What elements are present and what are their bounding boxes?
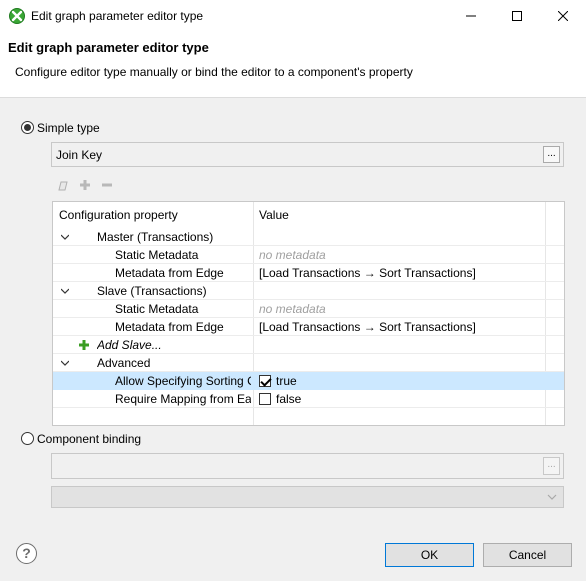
chevron-down-icon[interactable] (61, 287, 69, 295)
property-select[interactable] (51, 486, 564, 508)
column-header-value[interactable]: Value (253, 202, 543, 228)
value-checkbox[interactable] (259, 375, 271, 387)
header-description: Configure editor type manually or bind t… (15, 65, 413, 79)
row-label: Advanced (97, 356, 151, 370)
row-label: Static Metadata (115, 248, 199, 262)
table-row[interactable]: Metadata from Edge [Load Transactions → … (53, 264, 564, 282)
remove-icon[interactable] (100, 178, 114, 192)
table-row[interactable]: Static Metadata no metadata (53, 300, 564, 318)
row-label: Require Mapping from Ea (115, 392, 251, 406)
close-icon (558, 11, 568, 21)
row-label: Metadata from Edge (115, 320, 224, 334)
title-bar: Edit graph parameter editor type (0, 0, 586, 32)
editor-type-combo[interactable]: Join Key ... (51, 142, 564, 167)
value-checkbox[interactable] (259, 393, 271, 405)
component-binding-radio[interactable] (21, 432, 34, 445)
simple-type-label: Simple type (37, 121, 100, 135)
row-label: Metadata from Edge (115, 266, 224, 280)
ok-button[interactable]: OK (385, 543, 474, 567)
column-header-property[interactable]: Configuration property (53, 202, 253, 228)
simple-type-radio[interactable] (21, 121, 34, 134)
row-label: Static Metadata (115, 302, 199, 316)
header-title: Edit graph parameter editor type (8, 40, 209, 55)
row-label: Slave (Transactions) (97, 284, 207, 298)
row-value: no metadata (259, 248, 326, 262)
editor-type-value: Join Key (56, 148, 103, 162)
cloverdx-icon (9, 8, 25, 24)
maximize-button[interactable] (494, 0, 540, 32)
add-icon (79, 340, 89, 350)
table-row[interactable]: Slave (Transactions) (53, 282, 564, 300)
add-icon[interactable] (78, 178, 92, 192)
table-row-selected[interactable]: Allow Specifying Sorting C true (53, 372, 564, 390)
dialog-header: Edit graph parameter editor type Configu… (0, 32, 586, 98)
chevron-down-icon (547, 494, 557, 500)
cancel-button[interactable]: Cancel (483, 543, 572, 567)
row-label: Master (Transactions) (97, 230, 214, 244)
chevron-down-icon[interactable] (61, 233, 69, 241)
table-row[interactable]: Advanced (53, 354, 564, 372)
component-binding-label: Component binding (37, 432, 142, 446)
window-title: Edit graph parameter editor type (31, 9, 204, 23)
add-slave-label: Add Slave... (97, 338, 162, 352)
close-button[interactable] (540, 0, 586, 32)
row-value: [Load Transactions → Sort Transactions] (259, 266, 476, 280)
table-row[interactable]: Require Mapping from Ea false (53, 390, 564, 408)
table-toolbar (56, 178, 114, 192)
chevron-down-icon[interactable] (61, 359, 69, 367)
component-input[interactable]: ... (51, 453, 564, 479)
row-value: no metadata (259, 302, 326, 316)
row-value: false (276, 392, 302, 406)
component-browse-button[interactable]: ... (543, 457, 560, 475)
edit-icon[interactable] (56, 178, 70, 192)
row-label: Allow Specifying Sorting C (115, 374, 251, 388)
help-icon[interactable]: ? (16, 543, 37, 564)
table-row[interactable]: Master (Transactions) (53, 228, 564, 246)
table-row[interactable]: Metadata from Edge [Load Transactions → … (53, 318, 564, 336)
maximize-icon (512, 11, 522, 21)
row-value: [Load Transactions → Sort Transactions] (259, 320, 476, 334)
minimize-button[interactable] (448, 0, 494, 32)
minimize-icon (466, 15, 476, 17)
configuration-table: Configuration property Value Master (Tra… (52, 201, 565, 426)
table-row[interactable]: Static Metadata no metadata (53, 246, 564, 264)
browse-button[interactable]: ... (543, 146, 560, 163)
add-slave-row[interactable]: Add Slave... (53, 336, 564, 354)
row-value: true (276, 374, 297, 388)
